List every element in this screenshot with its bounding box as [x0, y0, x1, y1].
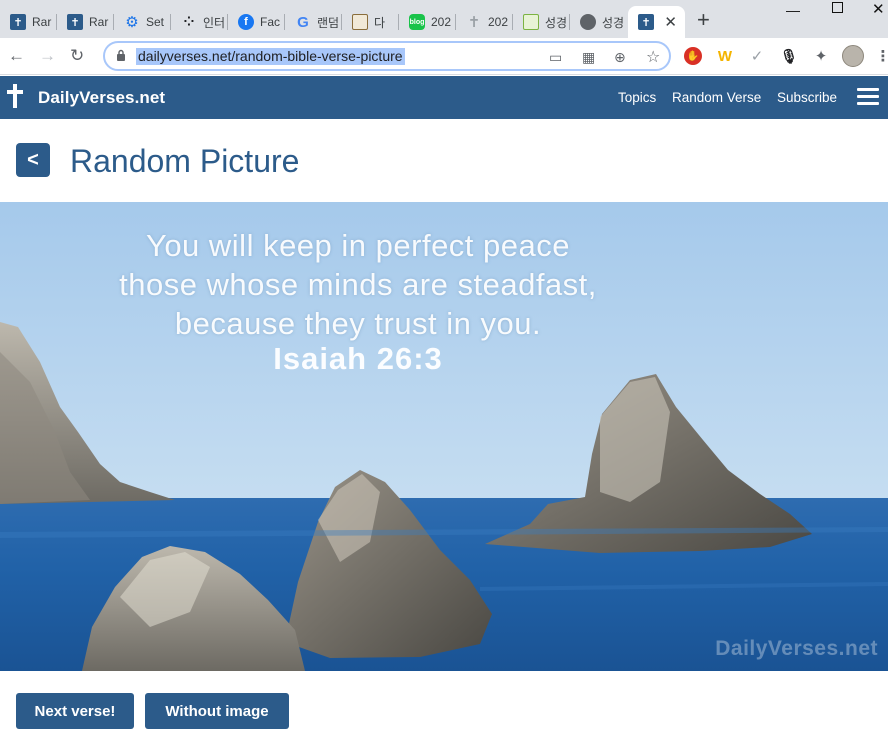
verse-line: because they trust in you. — [174, 306, 542, 341]
browser-tab[interactable]: G 랜덤 — [285, 6, 342, 38]
book-icon — [352, 14, 368, 30]
facebook-icon: f — [238, 14, 254, 30]
tab-label: 성경 — [602, 15, 625, 30]
tab-label: 인터 — [203, 15, 226, 30]
back-button[interactable]: < — [16, 143, 50, 177]
forward-arrow-icon[interactable]: → — [39, 46, 56, 66]
gear-icon: ⚙ — [125, 14, 139, 31]
tab-label: Set — [146, 15, 165, 29]
browser-toolbar: ← → ↻ dailyverses.net/random-bible-verse… — [0, 38, 888, 75]
browser-tab[interactable]: blog 202 — [399, 6, 456, 38]
minimize-icon[interactable]: — — [786, 2, 800, 22]
bookmark-star-icon[interactable]: ☆ — [646, 47, 660, 67]
tab-label: 랜덤 — [317, 15, 340, 30]
tab-label: Rar — [89, 15, 109, 29]
profile-avatar[interactable] — [842, 45, 864, 67]
nav-subscribe-link[interactable]: Subscribe — [777, 90, 837, 105]
browser-tab[interactable]: 다 — [342, 6, 399, 38]
reload-icon[interactable]: ↻ — [70, 46, 84, 66]
browser-tab[interactable]: f Fac — [228, 6, 285, 38]
page-title: Random Picture — [70, 143, 300, 179]
site-header: DailyVerses.net Topics Random Verse Subs… — [0, 76, 888, 119]
new-tab-icon[interactable]: + — [697, 9, 710, 31]
browser-tab[interactable]: ⁘ 인터 — [171, 6, 228, 38]
cross-logo-icon[interactable] — [7, 84, 23, 108]
google-icon: G — [297, 13, 309, 31]
verse-line: those whose minds are steadfast, — [119, 267, 597, 302]
browser-tab[interactable]: ✝ Rar — [57, 6, 114, 38]
checkmark-icon[interactable]: ✓ — [748, 47, 766, 65]
tab-label: 202 — [488, 15, 509, 29]
close-window-icon[interactable]: ✕ — [872, 0, 885, 20]
nav-topics-link[interactable]: Topics — [618, 90, 656, 105]
cross-icon: ✝ — [638, 14, 654, 30]
address-bar[interactable]: dailyverses.net/random-bible-verse-pictu… — [103, 41, 671, 71]
globe-icon — [580, 14, 596, 30]
browser-tab-active[interactable]: ✝ ✕ — [628, 6, 685, 38]
blog-icon: blog — [409, 14, 425, 30]
verse-reference: Isaiah 26:3 — [273, 341, 443, 376]
hamburger-menu-icon[interactable] — [857, 88, 879, 106]
cross-icon: ✝ — [467, 14, 481, 31]
extension-w-icon[interactable]: W — [716, 47, 734, 65]
url-text[interactable]: dailyverses.net/random-bible-verse-pictu… — [136, 48, 405, 65]
browser-tab[interactable]: ⚙ Set — [114, 6, 171, 38]
tab-label: 다 — [374, 15, 386, 30]
lock-icon — [117, 49, 125, 61]
cast-icon[interactable]: ▭ — [549, 49, 562, 66]
tab-label: 202 — [431, 15, 452, 29]
without-image-button[interactable]: Without image — [145, 693, 289, 729]
cross-icon: ✝ — [67, 14, 83, 30]
verse-line: You will keep in perfect peace — [145, 228, 570, 263]
tab-label: Rar — [32, 15, 52, 29]
cross-icon: ✝ — [10, 14, 26, 30]
verse-text: You will keep in perfect peace those who… — [0, 226, 716, 343]
tab-label: 성경 — [545, 15, 568, 30]
nav-random-verse-link[interactable]: Random Verse — [672, 90, 761, 105]
zoom-icon[interactable]: ⊕ — [614, 49, 626, 66]
close-icon[interactable]: ✕ — [664, 13, 677, 31]
next-verse-button[interactable]: Next verse! — [16, 693, 134, 729]
microphone-icon[interactable]: 🎙 — [780, 47, 798, 65]
more-menu-icon[interactable]: ⋮ — [874, 47, 888, 65]
browser-tab[interactable]: 성경 — [570, 6, 627, 38]
back-arrow-icon[interactable]: ← — [8, 46, 25, 66]
site-brand[interactable]: DailyVerses.net — [38, 88, 165, 108]
book-icon — [523, 14, 539, 30]
extensions-puzzle-icon[interactable]: ✦ — [812, 47, 830, 65]
verse-picture: You will keep in perfect peace those who… — [0, 202, 888, 671]
browser-tab[interactable]: 성경 — [513, 6, 570, 38]
qr-icon[interactable]: ▦ — [582, 49, 595, 66]
browser-tab[interactable]: ✝ 202 — [456, 6, 513, 38]
tab-label: Fac — [260, 15, 281, 29]
maximize-icon[interactable] — [832, 2, 843, 13]
dots-icon: ⁘ — [183, 14, 195, 29]
adblock-icon[interactable]: ✋ — [684, 47, 702, 65]
watermark: DailyVerses.net — [715, 637, 878, 660]
browser-tabstrip: ✝ Rar ✝ Rar ⚙ Set ⁘ 인터 f Fac G 랜덤 다 blog… — [0, 0, 888, 38]
browser-tab[interactable]: ✝ Rar — [0, 6, 57, 38]
